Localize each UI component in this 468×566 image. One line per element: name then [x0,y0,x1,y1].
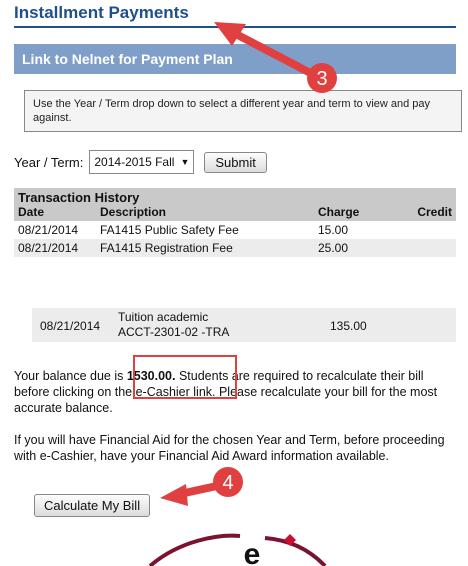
annotation-overlay: 3 4 [160,22,337,506]
logo-swoosh-left [148,533,241,566]
ecashier-logo: e [148,533,327,566]
logo-swoosh-right [264,536,327,566]
callout-number-3: 3 [316,68,327,90]
arrowhead-icon [160,484,188,506]
callout-number-4: 4 [222,472,233,494]
callout-arrow-3 [228,28,324,82]
logo-letter: e [244,538,261,566]
